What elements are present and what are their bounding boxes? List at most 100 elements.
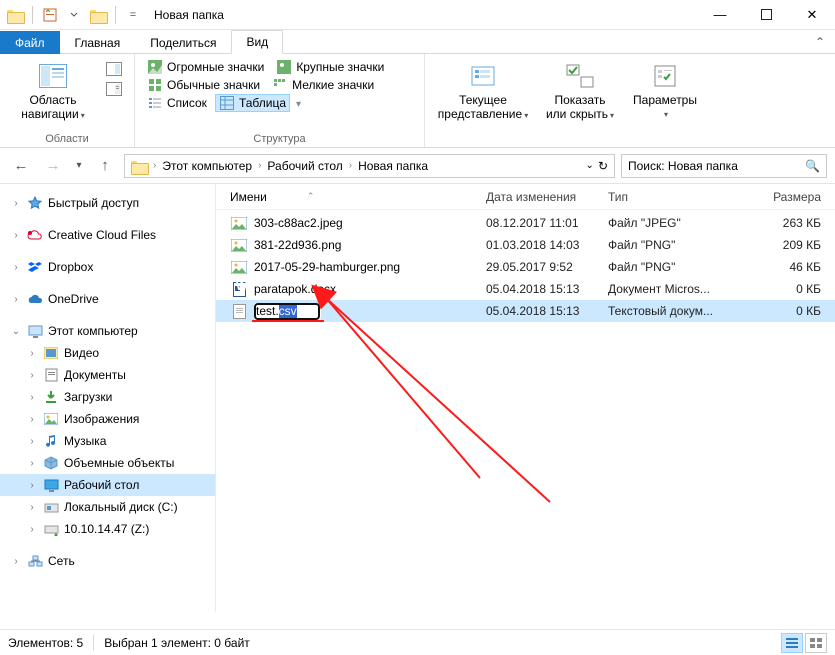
status-item-count: Элементов: 5 <box>8 636 83 650</box>
group-label-panes: Области <box>8 131 126 145</box>
nav-dropbox[interactable]: ›Dropbox <box>0 256 215 278</box>
navigation-pane: ›Быстрый доступ ›Creative Cloud Files ›D… <box>0 184 216 612</box>
cube-icon <box>42 455 60 471</box>
network-icon <box>26 553 44 569</box>
minimize-button[interactable]: — <box>697 0 743 30</box>
show-hide-button[interactable]: Показать или скрыть▾ <box>537 58 623 124</box>
search-icon[interactable]: 🔍 <box>805 159 820 173</box>
table-icon <box>219 95 235 111</box>
layout-huge[interactable]: Огромные значки <box>143 58 268 76</box>
separator <box>32 6 33 24</box>
recent-locations-icon[interactable]: ▾ <box>72 153 86 179</box>
view-details-button[interactable] <box>781 633 803 653</box>
dropbox-icon <box>26 259 44 275</box>
current-view-button[interactable]: Текущее представление▾ <box>433 58 533 124</box>
refresh-icon[interactable]: ↻ <box>598 159 608 173</box>
rename-input[interactable] <box>254 303 320 320</box>
address-bar[interactable]: › Этот компьютер › Рабочий стол › Новая … <box>124 154 615 178</box>
nav-video[interactable]: ›Видео <box>0 342 215 364</box>
nav-network[interactable]: ›Сеть <box>0 550 215 572</box>
tab-view[interactable]: Вид <box>231 30 283 54</box>
options-button[interactable]: Параметры▾ <box>627 58 703 123</box>
forward-button[interactable]: → <box>40 153 66 179</box>
layout-overflow-icon[interactable]: ▾ <box>294 97 303 112</box>
qat-dropdown-icon[interactable] <box>63 4 85 26</box>
sort-asc-icon: ⌃ <box>307 191 315 202</box>
pc-icon <box>26 323 44 339</box>
tab-home[interactable]: Главная <box>60 31 136 54</box>
file-list: Имени⌃ Дата изменения Тип Размера 303-c8… <box>216 184 835 612</box>
nav-desktop[interactable]: ›Рабочий стол <box>0 474 215 496</box>
nav-pane-icon <box>37 60 69 92</box>
file-type-icon <box>230 237 248 253</box>
maximize-button[interactable] <box>743 0 789 30</box>
current-view-icon <box>467 60 499 92</box>
col-date[interactable]: Дата изменения <box>486 190 608 204</box>
close-button[interactable]: ✕ <box>789 0 835 30</box>
col-type[interactable]: Тип <box>608 190 732 204</box>
file-size: 0 КБ <box>732 304 827 318</box>
nav-this-pc[interactable]: ⌄Этот компьютер <box>0 320 215 342</box>
layout-large[interactable]: Крупные значки <box>272 58 388 76</box>
address-dropdown-icon[interactable]: ⌄ <box>586 160 594 171</box>
file-size: 209 КБ <box>732 238 827 252</box>
ribbon: Область навигации▾ Области Огромные знач… <box>0 54 835 148</box>
net-disk-icon <box>42 521 60 537</box>
options-icon <box>649 60 681 92</box>
layout-table[interactable]: Таблица <box>215 94 290 112</box>
breadcrumb-item[interactable]: Новая папка <box>354 159 432 173</box>
file-type: Файл "PNG" <box>608 260 732 274</box>
options-label: Параметры▾ <box>633 94 697 121</box>
qat-properties-icon[interactable] <box>39 4 61 26</box>
layout-normal[interactable]: Обычные значки <box>143 76 264 94</box>
nav-creative-cloud[interactable]: ›Creative Cloud Files <box>0 224 215 246</box>
onedrive-icon <box>26 291 44 307</box>
breadcrumb-item[interactable]: Рабочий стол <box>263 159 346 173</box>
nav-disk-c[interactable]: ›Локальный диск (C:) <box>0 496 215 518</box>
title-bar: = Новая папка — ✕ <box>0 0 835 30</box>
images-icon <box>42 411 60 427</box>
address-folder-icon <box>131 159 147 173</box>
nav-music[interactable]: ›Музыка <box>0 430 215 452</box>
tab-share[interactable]: Поделиться <box>135 31 231 54</box>
collapse-ribbon-icon[interactable]: ⌃ <box>805 31 835 53</box>
file-row[interactable]: 2017-05-29-hamburger.png29.05.2017 9:52Ф… <box>216 256 835 278</box>
downloads-icon <box>42 389 60 405</box>
qat-customize-icon[interactable]: = <box>122 4 144 26</box>
file-type: Документ Micros... <box>608 282 732 296</box>
file-row[interactable]: 303-c88ac2.jpeg08.12.2017 11:01Файл "JPE… <box>216 212 835 234</box>
nav-disk-z[interactable]: ›10.10.14.47 (Z:) <box>0 518 215 540</box>
nav-images[interactable]: ›Изображения <box>0 408 215 430</box>
qat-folder-icon[interactable] <box>87 4 109 26</box>
address-row: ← → ▾ ↑ › Этот компьютер › Рабочий стол … <box>0 148 835 184</box>
file-row[interactable]: 05.04.2018 15:13Текстовый докум...0 КБ <box>216 300 835 322</box>
col-name[interactable]: Имени⌃ <box>230 190 486 204</box>
up-button[interactable]: ↑ <box>92 153 118 179</box>
nav-onedrive[interactable]: ›OneDrive <box>0 288 215 310</box>
nav-pane-button[interactable]: Область навигации▾ <box>8 58 98 124</box>
chevron-right-icon[interactable]: › <box>349 160 352 171</box>
file-row[interactable]: Wparatapok.docx05.04.2018 15:13Документ … <box>216 278 835 300</box>
file-size: 263 КБ <box>732 216 827 230</box>
chevron-right-icon[interactable]: › <box>153 160 156 171</box>
chevron-right-icon[interactable]: › <box>258 160 261 171</box>
layout-small[interactable]: Мелкие значки <box>268 76 378 94</box>
breadcrumb-item[interactable]: Этот компьютер <box>158 159 256 173</box>
details-pane-button[interactable] <box>102 80 126 98</box>
file-name: 2017-05-29-hamburger.png <box>254 260 400 274</box>
nav-documents[interactable]: ›Документы <box>0 364 215 386</box>
file-date: 08.12.2017 11:01 <box>486 216 608 230</box>
col-size[interactable]: Размера <box>732 190 827 204</box>
preview-pane-button[interactable] <box>102 60 126 78</box>
search-input[interactable]: Поиск: Новая папка 🔍 <box>621 154 827 178</box>
file-row[interactable]: 381-22d936.png01.03.2018 14:03Файл "PNG"… <box>216 234 835 256</box>
tab-file[interactable]: Файл <box>0 31 60 54</box>
separator <box>115 6 116 24</box>
nav-downloads[interactable]: ›Загрузки <box>0 386 215 408</box>
details-pane-icon <box>106 81 122 97</box>
nav-3d-objects[interactable]: ›Объемные объекты <box>0 452 215 474</box>
nav-quick-access[interactable]: ›Быстрый доступ <box>0 192 215 214</box>
back-button[interactable]: ← <box>8 153 34 179</box>
view-large-icons-button[interactable] <box>805 633 827 653</box>
layout-list[interactable]: Список <box>143 94 211 112</box>
